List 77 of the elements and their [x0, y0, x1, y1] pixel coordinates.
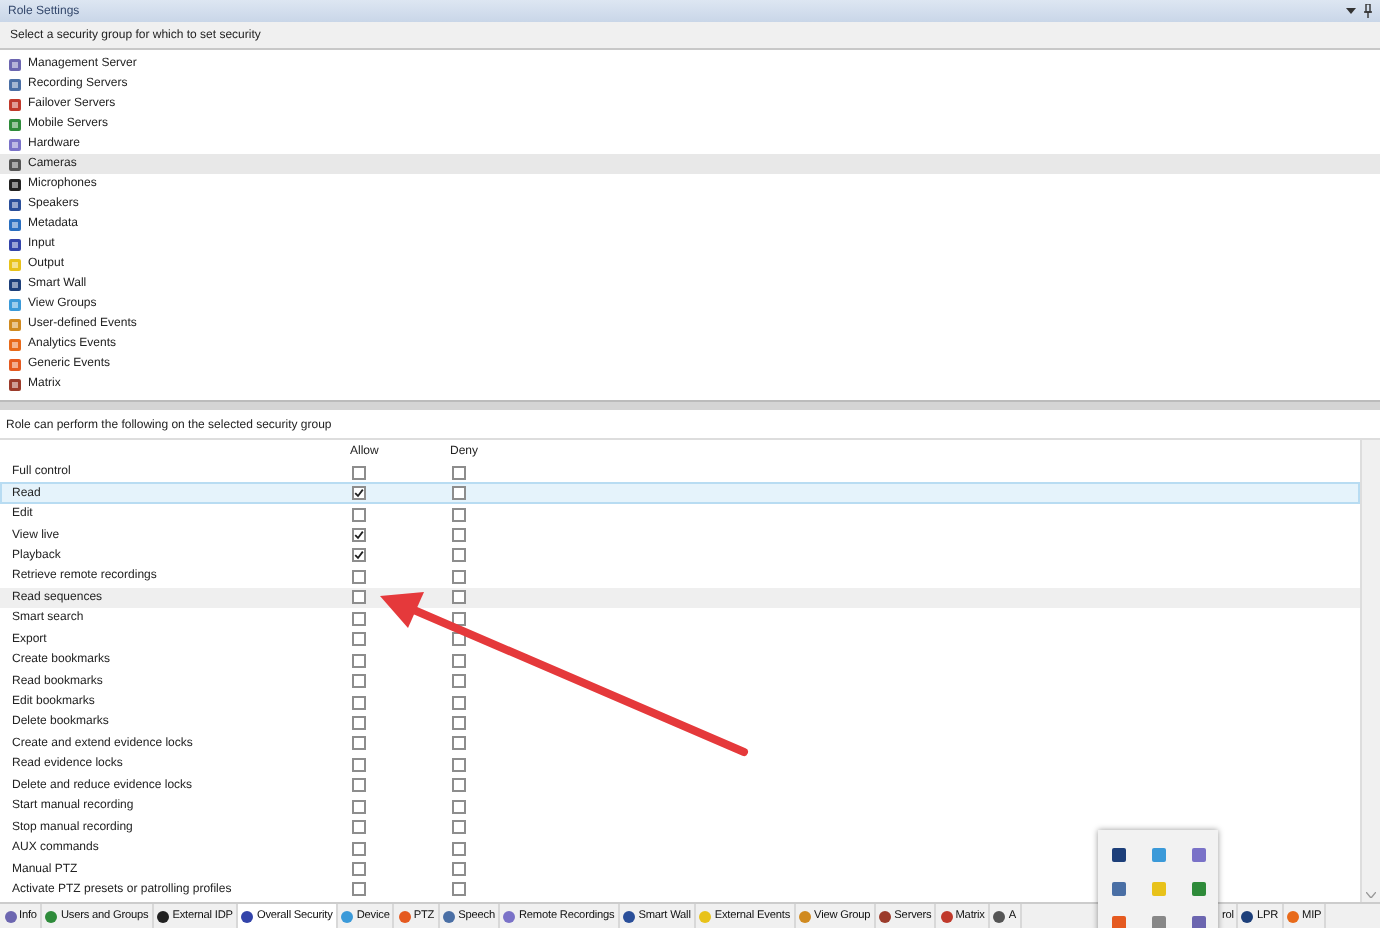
tab-icon	[397, 909, 412, 923]
checkbox[interactable]	[452, 882, 466, 897]
checkbox[interactable]	[352, 799, 366, 814]
square-icon	[8, 217, 22, 231]
checkbox[interactable]	[352, 757, 366, 772]
square-icon	[8, 277, 22, 291]
checkbox[interactable]	[452, 590, 466, 605]
checkbox[interactable]	[352, 465, 366, 480]
checkbox[interactable]	[352, 674, 366, 689]
square-icon	[8, 317, 22, 331]
tab-icon	[798, 909, 813, 923]
square-icon	[8, 117, 22, 131]
checkbox[interactable]	[452, 528, 466, 543]
tab-icon	[1286, 909, 1301, 923]
checkbox[interactable]	[452, 862, 466, 877]
checkbox[interactable]	[352, 548, 366, 563]
checkbox[interactable]	[452, 611, 466, 626]
checkbox[interactable]	[352, 820, 366, 835]
checkbox[interactable]	[452, 486, 466, 501]
tab-icon	[878, 909, 893, 923]
scrollbar[interactable]	[1360, 440, 1380, 902]
checkbox[interactable]	[452, 465, 466, 480]
tab-icon	[1240, 909, 1255, 923]
tab-icon	[240, 909, 255, 923]
square-icon	[8, 257, 22, 271]
tab-icon	[698, 909, 713, 923]
checkbox[interactable]	[452, 569, 466, 584]
square-icon	[8, 377, 22, 391]
square-icon	[8, 297, 22, 311]
tab-icon	[939, 909, 954, 923]
square-icon	[8, 337, 22, 351]
checkbox[interactable]	[352, 632, 366, 647]
checkbox[interactable]	[452, 757, 466, 772]
square-icon	[8, 177, 22, 191]
square-icon	[8, 197, 22, 211]
checkbox[interactable]	[352, 611, 366, 626]
checkbox[interactable]	[452, 507, 466, 522]
tab-icon	[502, 909, 517, 923]
checkbox[interactable]	[452, 653, 466, 668]
checkbox[interactable]	[452, 548, 466, 563]
square-icon	[8, 157, 22, 171]
checkbox[interactable]	[352, 841, 366, 856]
tab-icon	[3, 909, 17, 923]
square-icon	[8, 77, 22, 91]
checkbox[interactable]	[352, 486, 366, 501]
checkbox[interactable]	[452, 695, 466, 710]
square-icon	[8, 137, 22, 151]
checkbox[interactable]	[352, 528, 366, 543]
tab-icon	[992, 909, 1007, 923]
tab-icon	[44, 909, 59, 923]
checkbox[interactable]	[352, 695, 366, 710]
checkbox[interactable]	[352, 590, 366, 605]
checkbox[interactable]	[352, 653, 366, 668]
pin-icon[interactable]	[1364, 4, 1372, 18]
checkbox[interactable]	[352, 736, 366, 751]
checkbox[interactable]	[352, 882, 366, 897]
checkbox[interactable]	[352, 862, 366, 877]
checkbox[interactable]	[452, 736, 466, 751]
dropdown-icon[interactable]	[1346, 7, 1356, 15]
tab-icon	[156, 909, 171, 923]
tab-icon	[622, 909, 637, 923]
checkbox[interactable]	[452, 799, 466, 814]
square-icon	[8, 57, 22, 71]
checkbox[interactable]	[452, 820, 466, 835]
square-icon	[8, 357, 22, 371]
tab-icon	[442, 909, 457, 923]
checkbox[interactable]	[452, 674, 466, 689]
checkbox[interactable]	[352, 569, 366, 584]
checkbox[interactable]	[352, 778, 366, 793]
checkbox[interactable]	[452, 715, 466, 730]
square-icon	[8, 237, 22, 251]
tab-icon	[340, 909, 355, 923]
checkbox[interactable]	[452, 778, 466, 793]
checkbox[interactable]	[352, 715, 366, 730]
checkbox[interactable]	[352, 507, 366, 522]
checkbox[interactable]	[452, 841, 466, 856]
square-icon	[8, 97, 22, 111]
